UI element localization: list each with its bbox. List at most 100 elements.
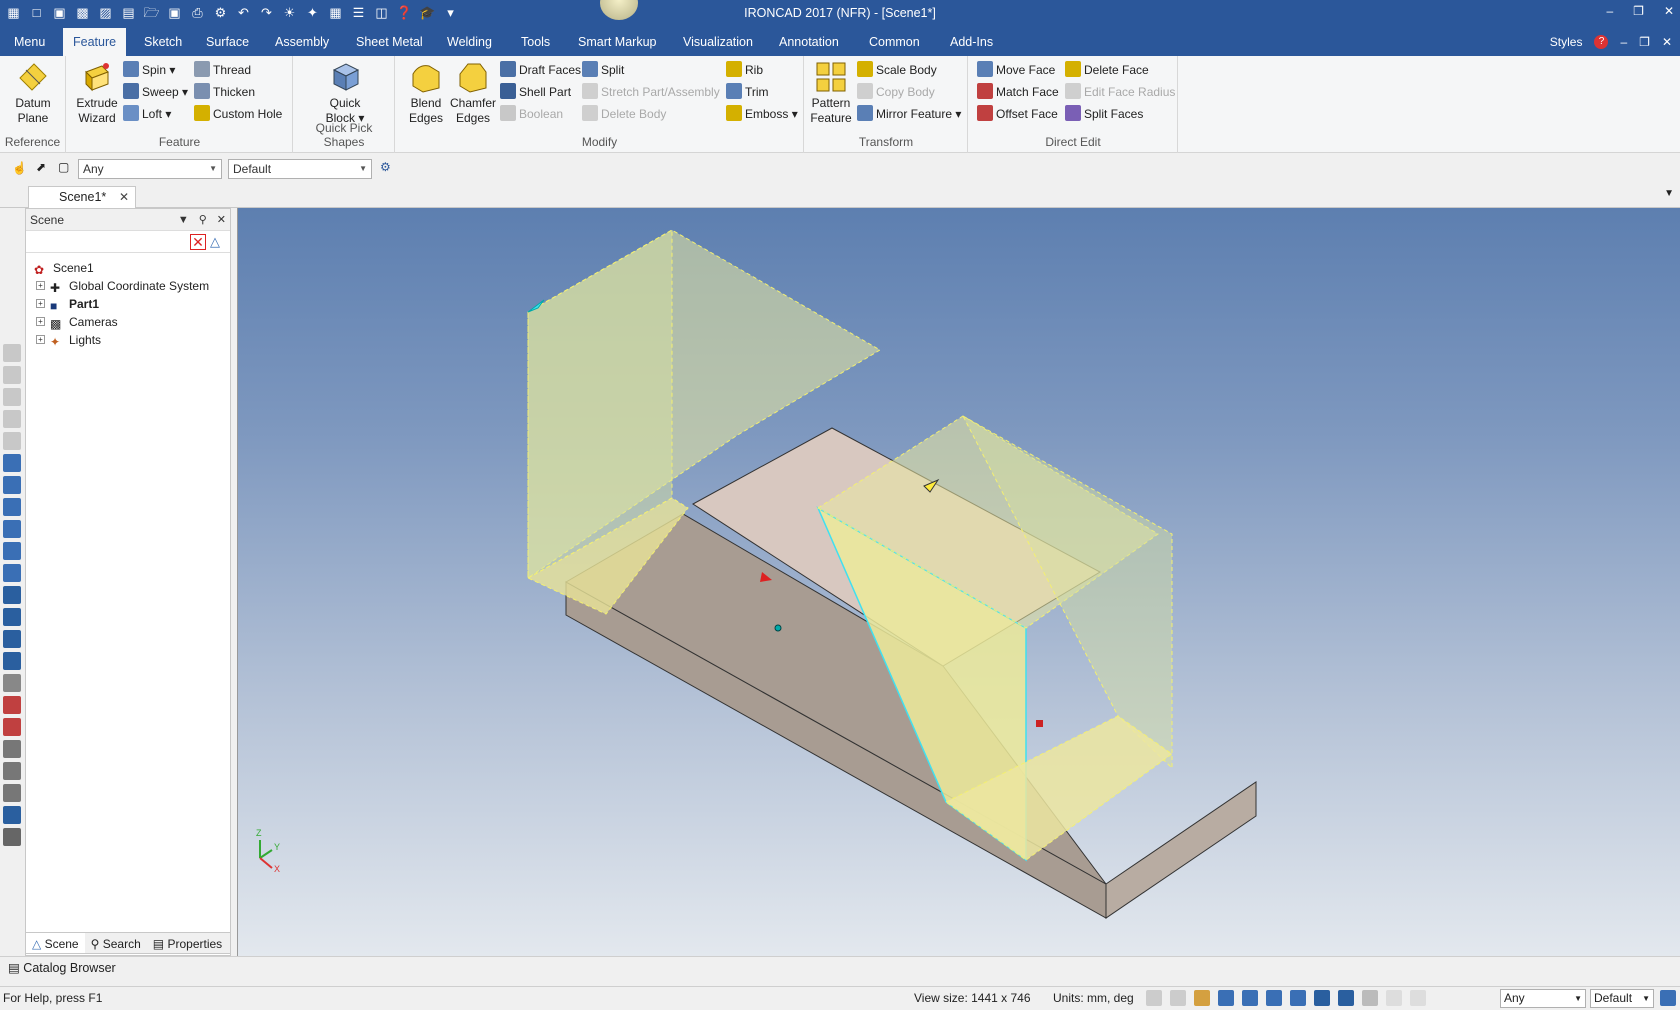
section-icon[interactable] bbox=[3, 696, 21, 714]
select-pointer-icon[interactable] bbox=[1386, 990, 1402, 1006]
rib-button[interactable]: Rib bbox=[726, 60, 763, 80]
zoom-fit-icon[interactable] bbox=[1146, 990, 1162, 1006]
expand-icon[interactable]: + bbox=[36, 317, 45, 326]
tab-list-chevron-icon[interactable]: ▼ bbox=[1664, 188, 1674, 199]
view-icon-4[interactable] bbox=[3, 410, 21, 428]
thread-button[interactable]: Thread bbox=[194, 60, 251, 80]
zoom-icon[interactable] bbox=[3, 784, 21, 802]
doc-close-button[interactable]: ✕ bbox=[1662, 35, 1672, 49]
panel-menu-icon[interactable]: ▼ bbox=[178, 209, 189, 231]
panel-tab-scene[interactable]: △ Scene bbox=[26, 933, 85, 953]
hand-icon[interactable] bbox=[1362, 990, 1378, 1006]
status-filter-dropdown[interactable]: Any ▼ bbox=[1500, 989, 1586, 1008]
tree-item-global-coordinate-system[interactable]: + ✚ Global Coordinate System bbox=[30, 277, 230, 295]
tree-item-cameras[interactable]: + ▩ Cameras bbox=[30, 313, 230, 331]
tree-item-scene1[interactable]: ✿ Scene1 bbox=[30, 259, 230, 277]
delete-body-button[interactable]: Delete Body bbox=[582, 104, 666, 124]
iso-view-icon-1[interactable] bbox=[3, 586, 21, 604]
tab-sheet-metal[interactable]: Sheet Metal bbox=[352, 28, 427, 56]
copy-body-button[interactable]: Copy Body bbox=[857, 82, 935, 102]
panel-tab-search[interactable]: ⚲ Search bbox=[85, 933, 147, 953]
rotate-icon[interactable] bbox=[3, 762, 21, 780]
zoom-window-icon[interactable] bbox=[1170, 990, 1186, 1006]
doc-minimize-button[interactable]: – bbox=[1620, 35, 1627, 49]
select-mode-icon[interactable]: ☝ bbox=[12, 161, 28, 177]
quick-block-button[interactable]: Quick Block ▾ bbox=[314, 60, 376, 126]
iso-view-icon-2[interactable] bbox=[3, 608, 21, 626]
display-mode-icon[interactable] bbox=[1314, 990, 1330, 1006]
tab-welding[interactable]: Welding bbox=[443, 28, 496, 56]
maximize-button[interactable]: ❐ bbox=[1633, 4, 1644, 18]
close-tab-icon[interactable]: ✕ bbox=[119, 187, 129, 207]
emboss-button[interactable]: Emboss ▾ bbox=[726, 104, 798, 124]
top-view-icon[interactable] bbox=[3, 542, 21, 560]
walk-icon[interactable] bbox=[3, 718, 21, 736]
tab-common[interactable]: Common bbox=[865, 28, 924, 56]
extrude-wizard-button[interactable]: Extrude Wizard bbox=[73, 60, 121, 126]
bottom-view-icon[interactable] bbox=[3, 564, 21, 582]
stretch-part-button[interactable]: Stretch Part/Assembly bbox=[582, 82, 720, 102]
front-view-icon[interactable] bbox=[3, 454, 21, 472]
minimize-button[interactable]: – bbox=[1606, 4, 1613, 18]
style-dropdown[interactable]: Default ▼ bbox=[228, 159, 372, 179]
hierarchy-icon[interactable]: ⚙ bbox=[380, 160, 396, 176]
visibility-icon[interactable] bbox=[1338, 990, 1354, 1006]
angle-icon[interactable] bbox=[3, 740, 21, 758]
tab-annotation[interactable]: Annotation bbox=[775, 28, 843, 56]
tab-sketch[interactable]: Sketch bbox=[140, 28, 186, 56]
select-filter-icon[interactable] bbox=[1410, 990, 1426, 1006]
tab-feature[interactable]: Feature bbox=[63, 28, 127, 56]
selection-filter-dropdown[interactable]: Any ▼ bbox=[78, 159, 222, 179]
pointer-icon[interactable]: ⬈ bbox=[36, 160, 52, 176]
catalog-browser-bar[interactable]: ▤ Catalog Browser bbox=[0, 956, 1680, 980]
datum-plane-button[interactable]: Datum Plane bbox=[6, 60, 60, 126]
expand-icon[interactable]: + bbox=[36, 335, 45, 344]
iso-view-icon-4[interactable] bbox=[3, 652, 21, 670]
chamfer-edges-button[interactable]: Chamfer Edges bbox=[448, 60, 498, 126]
delete-face-button[interactable]: Delete Face bbox=[1065, 60, 1149, 80]
lighting-icon[interactable] bbox=[1290, 990, 1306, 1006]
match-face-button[interactable]: Match Face bbox=[977, 82, 1059, 102]
view-icon-1[interactable] bbox=[3, 344, 21, 362]
left-view-icon[interactable] bbox=[3, 498, 21, 516]
doc-restore-button[interactable]: ❐ bbox=[1639, 35, 1650, 49]
pin-icon[interactable]: ⚲ bbox=[199, 209, 207, 231]
anchor-handle[interactable] bbox=[774, 624, 782, 632]
split-faces-button[interactable]: Split Faces bbox=[1065, 104, 1143, 124]
cube-view-icon[interactable] bbox=[1218, 990, 1234, 1006]
measure-icon[interactable] bbox=[3, 674, 21, 692]
edit-face-radius-button[interactable]: Edit Face Radius bbox=[1065, 82, 1175, 102]
view-icon-3[interactable] bbox=[3, 388, 21, 406]
orbit-icon[interactable] bbox=[1194, 990, 1210, 1006]
panel-tab-properties[interactable]: ▤ Properties bbox=[147, 933, 228, 953]
expand-icon[interactable]: + bbox=[36, 299, 45, 308]
move-face-button[interactable]: Move Face bbox=[977, 60, 1055, 80]
tab-tools[interactable]: Tools bbox=[517, 28, 554, 56]
tab-smart-markup[interactable]: Smart Markup bbox=[574, 28, 661, 56]
document-tab-scene1[interactable]: Scene1* ✕ bbox=[28, 186, 136, 208]
red-square-handle[interactable] bbox=[1036, 720, 1043, 727]
scale-body-button[interactable]: Scale Body bbox=[857, 60, 937, 80]
close-button[interactable]: ✕ bbox=[1664, 4, 1674, 18]
tab-menu[interactable]: Menu bbox=[10, 28, 49, 56]
view-icon-2[interactable] bbox=[3, 366, 21, 384]
status-style-dropdown[interactable]: Default ▼ bbox=[1590, 989, 1654, 1008]
sketch-arc-icon[interactable] bbox=[3, 806, 21, 824]
mirror-feature-button[interactable]: Mirror Feature ▾ bbox=[857, 104, 961, 124]
loft-button[interactable]: Loft ▾ bbox=[123, 104, 171, 124]
spin-button[interactable]: Spin ▾ bbox=[123, 60, 175, 80]
pattern-feature-button[interactable]: Pattern Feature bbox=[809, 60, 853, 126]
sweep-button[interactable]: Sweep ▾ bbox=[123, 82, 188, 102]
tab-visualization[interactable]: Visualization bbox=[679, 28, 757, 56]
help-button[interactable]: ? bbox=[1594, 35, 1609, 49]
offset-face-button[interactable]: Offset Face bbox=[977, 104, 1058, 124]
tree-item-part1[interactable]: + ■ Part1 bbox=[30, 295, 230, 313]
render-mode-icon[interactable] bbox=[1242, 990, 1258, 1006]
tab-add-ins[interactable]: Add-Ins bbox=[946, 28, 997, 56]
clear-filter-icon[interactable]: ✕ bbox=[190, 234, 206, 250]
shading-icon[interactable] bbox=[1266, 990, 1282, 1006]
ruler-icon[interactable] bbox=[3, 828, 21, 846]
thicken-button[interactable]: Thicken bbox=[194, 82, 255, 102]
trim-button[interactable]: Trim bbox=[726, 82, 769, 102]
custom-hole-button[interactable]: Custom Hole bbox=[194, 104, 282, 124]
